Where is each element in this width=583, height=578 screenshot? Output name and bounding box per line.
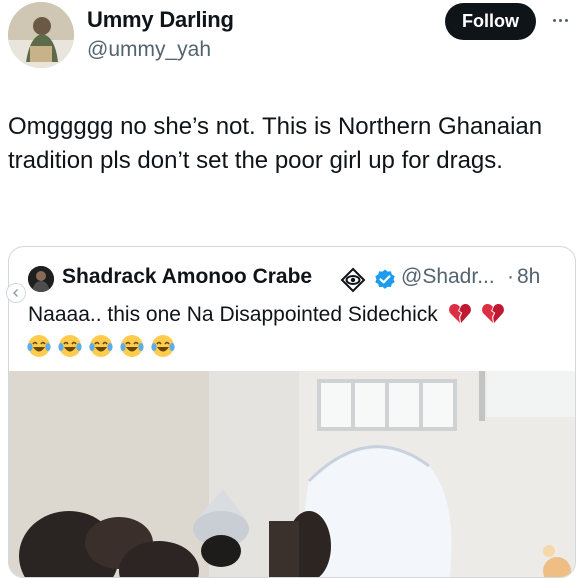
tears-of-joy-emoji-icon — [58, 335, 82, 357]
separator-dot: · — [507, 265, 514, 288]
quoted-tweet-text: Naaaa.. this one Na Disappointed Sidechi… — [28, 302, 505, 327]
eye-badge-icon — [340, 267, 366, 293]
quoted-timestamp[interactable]: 8h — [517, 265, 540, 289]
tears-of-joy-emoji-icon — [120, 335, 144, 357]
tears-of-joy-emoji-icon — [151, 335, 175, 357]
quoted-tweet-video[interactable] — [9, 371, 575, 577]
laughing-emoji-row — [26, 333, 176, 359]
video-frame — [9, 371, 575, 577]
author-avatar[interactable] — [8, 2, 74, 68]
broken-heart-emoji-icon — [482, 304, 505, 323]
broken-heart-emoji-icon — [448, 304, 471, 323]
carousel-prev-button[interactable] — [6, 283, 26, 303]
tears-of-joy-emoji-icon — [27, 335, 51, 357]
quoted-author-avatar[interactable] — [28, 266, 54, 292]
author-name[interactable]: Ummy Darling — [87, 7, 234, 33]
tears-of-joy-emoji-icon — [89, 335, 113, 357]
quoted-tweet-card[interactable]: Shadrack Amonoo Crabe @Shadr... · 8h Naa… — [8, 246, 576, 578]
verified-badge-icon — [375, 269, 395, 289]
follow-button[interactable]: Follow — [445, 3, 536, 40]
chevron-left-icon — [13, 289, 18, 297]
quoted-tweet-text-body: Naaaa.. this one Na Disappointed Sidechi… — [28, 303, 438, 326]
author-handle[interactable]: @ummy_yah — [87, 38, 211, 62]
more-horizontal-icon[interactable] — [545, 8, 575, 32]
tweet-text: Omggggg no she’s not. This is Northern G… — [8, 113, 543, 174]
quoted-author-name[interactable]: Shadrack Amonoo Crabe — [62, 265, 312, 289]
quoted-author-handle[interactable]: @Shadr... — [401, 265, 495, 289]
